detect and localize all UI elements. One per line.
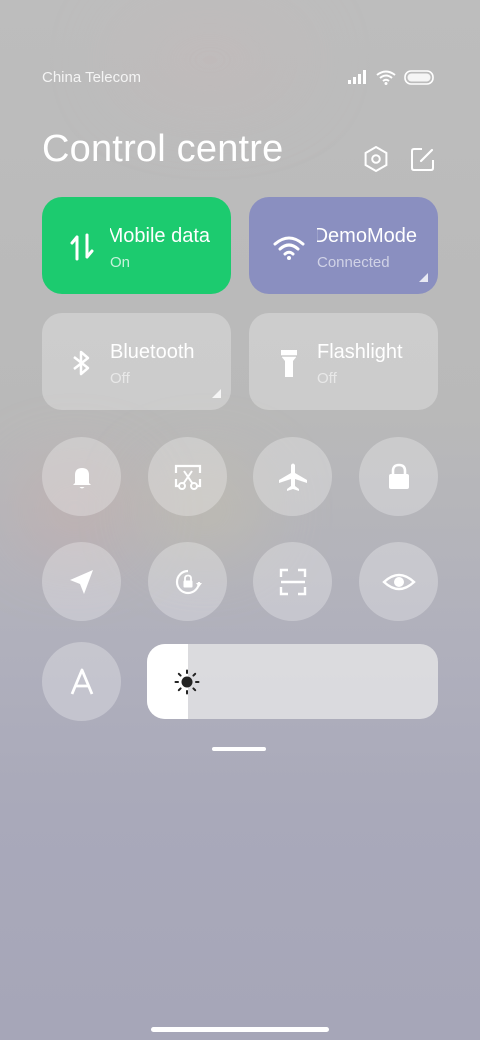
mobile-data-label: Mobile data [110,225,210,247]
flashlight-tile[interactable]: Flashlight Off [249,313,438,410]
location-icon [69,569,93,594]
flashlight-icon [281,350,297,377]
airplane-mode-toggle[interactable] [253,437,332,516]
location-toggle[interactable] [42,542,121,621]
wifi-icon [376,70,396,85]
font-size-icon [70,668,93,695]
settings-icon[interactable] [363,146,389,172]
bluetooth-label: Bluetooth [110,341,195,363]
reading-mode-toggle[interactable] [359,542,438,621]
scanner-toggle[interactable] [253,542,332,621]
rotation-lock-icon [175,569,202,594]
bluetooth-state: Off [110,370,130,387]
brightness-slider[interactable] [147,644,438,719]
wifi-state: Connected [317,254,390,271]
mobile-data-state: On [110,254,131,271]
bluetooth-expand-icon[interactable] [212,389,221,398]
status-bar: China Telecom [42,66,434,88]
home-indicator[interactable] [151,1027,329,1032]
page-title: Control centre [42,128,284,170]
scan-icon [279,568,306,595]
ringer-toggle[interactable] [42,437,121,516]
auto-brightness-toggle[interactable] [42,642,121,721]
brightness-icon [174,669,200,695]
flashlight-state: Off [317,370,337,387]
eye-icon [381,573,416,590]
bell-icon [72,467,91,488]
wifi-icon [273,236,305,260]
mobile-data-icon [70,233,94,261]
battery-icon [404,69,434,85]
signal-icon [348,70,366,84]
lock-icon [388,463,409,489]
collapse-handle[interactable] [212,747,266,751]
bluetooth-icon [73,350,90,376]
screenshot-icon [174,464,201,490]
status-icons [348,69,434,85]
screenshot-toggle[interactable] [148,437,227,516]
wifi-label: DemoMode [317,225,417,247]
bluetooth-tile[interactable]: Bluetooth Off [42,313,231,410]
airplane-icon [278,463,307,491]
mobile-data-tile[interactable]: Mobile data On [42,197,231,294]
wifi-expand-icon[interactable] [419,273,428,282]
edit-icon[interactable] [410,146,436,172]
carrier-name: China Telecom [42,68,141,86]
wifi-tile[interactable]: DemoMode Connected [249,197,438,294]
lock-screen-toggle[interactable] [359,437,438,516]
flashlight-label: Flashlight [317,341,403,363]
rotation-lock-toggle[interactable] [148,542,227,621]
